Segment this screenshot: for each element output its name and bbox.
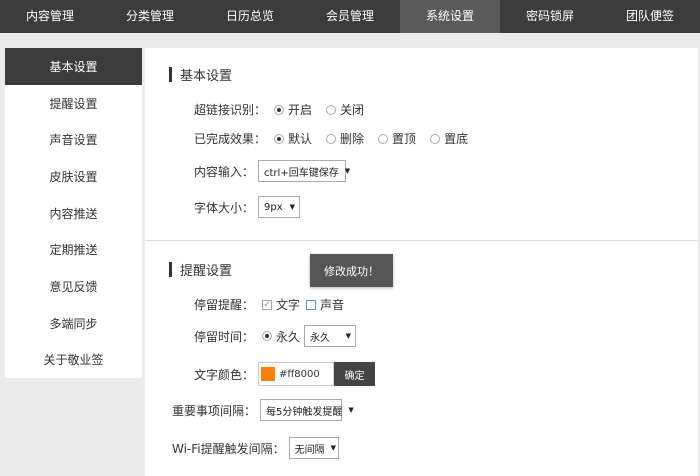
title-accent-bar — [169, 262, 172, 277]
completed-bottom-label[interactable]: 置底 — [444, 130, 468, 147]
hyperlink-off-label[interactable]: 关闭 — [340, 101, 364, 118]
tab-password-lock[interactable]: 密码锁屏 — [500, 0, 600, 33]
text-color-input[interactable]: #ff8000 — [258, 362, 335, 386]
stay-time-label: 停留时间： — [194, 329, 255, 344]
important-interval-value: 每5分钟触发提醒 — [266, 406, 343, 418]
stay-time-radio[interactable] — [262, 331, 273, 341]
stay-time-select-value: 永久 — [310, 332, 331, 344]
color-swatch[interactable] — [261, 367, 276, 381]
completed-default-radio[interactable] — [274, 133, 285, 144]
text-color-value: #ff8000 — [279, 368, 320, 380]
content-input-value: ctrl+回车键保存 — [264, 167, 339, 179]
tab-team-notes[interactable]: 团队便签 — [600, 0, 700, 33]
tab-member-management[interactable]: 会员管理 — [300, 0, 400, 33]
font-size-value: 9px — [264, 201, 283, 213]
settings-panel: 基本设置 超链接识别： 开启 关闭 已完成效果： 默认 删除 置顶 置底 内容输… — [145, 48, 698, 476]
chevron-down-icon: ▼ — [348, 406, 354, 414]
tab-calendar-overview[interactable]: 日历总览 — [200, 0, 300, 33]
basic-settings-title-text: 基本设置 — [180, 69, 233, 84]
sidebar-item-content-push[interactable]: 内容推送 — [5, 195, 142, 232]
sidebar-item-skin[interactable]: 皮肤设置 — [5, 158, 142, 195]
tab-category-management[interactable]: 分类管理 — [100, 0, 200, 33]
stay-time-radio-label[interactable]: 永久 — [276, 328, 300, 345]
reminder-settings-title: 提醒设置 — [169, 260, 232, 279]
wifi-interval-value: 无间隔 — [294, 444, 325, 456]
chevron-down-icon: ▼ — [289, 203, 296, 211]
important-interval-select[interactable]: 每5分钟触发提醒 ▼ — [260, 399, 354, 421]
tab-content-management[interactable]: 内容管理 — [0, 0, 100, 33]
text-color-row: 文字颜色： #ff8000 确定 — [194, 362, 376, 386]
wifi-interval-row: Wi-Fi提醒触发间隔： 无间隔 ▼ — [172, 437, 339, 459]
chevron-down-icon: ▼ — [345, 332, 352, 340]
text-color-label: 文字颜色： — [194, 367, 255, 382]
section-divider — [145, 240, 698, 241]
important-interval-label: 重要事项间隔： — [172, 403, 257, 418]
hyperlink-row: 超链接识别： 开启 关闭 — [194, 101, 370, 118]
confirm-color-button[interactable]: 确定 — [334, 362, 376, 386]
content-input-select[interactable]: ctrl+回车键保存 ▼ — [258, 160, 350, 182]
wifi-interval-label: Wi-Fi提醒触发间隔： — [172, 441, 285, 456]
hyperlink-on-label[interactable]: 开启 — [288, 101, 312, 118]
hyperlink-on-radio[interactable] — [274, 104, 285, 115]
sidebar-item-basic[interactable]: 基本设置 — [5, 48, 142, 85]
reminder-settings-title-text: 提醒设置 — [180, 264, 233, 279]
hyperlink-label: 超链接识别： — [194, 103, 267, 117]
completed-delete-radio[interactable] — [326, 133, 337, 144]
basic-settings-title: 基本设置 — [169, 65, 232, 84]
font-size-row: 字体大小： 9px ▼ — [194, 196, 301, 218]
completed-effect-label: 已完成效果： — [194, 132, 267, 146]
completed-delete-label[interactable]: 删除 — [340, 130, 364, 147]
stay-remind-row: 停留提醒： ✓ 文字 声音 — [194, 296, 350, 313]
settings-sidebar: 基本设置 提醒设置 声音设置 皮肤设置 内容推送 定期推送 意见反馈 多端同步 … — [5, 48, 142, 378]
sidebar-item-sound[interactable]: 声音设置 — [5, 121, 142, 158]
completed-default-label[interactable]: 默认 — [288, 130, 312, 147]
success-toast: 修改成功！ — [310, 254, 393, 287]
hyperlink-off-radio[interactable] — [326, 104, 337, 115]
completed-top-label[interactable]: 置顶 — [392, 130, 416, 147]
stay-remind-sound-label[interactable]: 声音 — [320, 296, 344, 313]
sidebar-item-scheduled-push[interactable]: 定期推送 — [5, 231, 142, 268]
completed-effect-row: 已完成效果： 默认 删除 置顶 置底 — [194, 130, 474, 147]
stay-time-row: 停留时间： 永久 永久 ▼ — [194, 325, 357, 347]
stay-remind-sound-checkbox[interactable] — [306, 299, 317, 310]
completed-top-radio[interactable] — [378, 133, 389, 144]
title-accent-bar — [169, 67, 172, 82]
chevron-down-icon: ▼ — [344, 167, 351, 175]
font-size-select[interactable]: 9px ▼ — [258, 196, 301, 218]
chevron-down-icon: ▼ — [330, 444, 337, 452]
stay-remind-label: 停留提醒： — [194, 298, 255, 312]
tab-system-settings[interactable]: 系统设置 — [400, 0, 500, 33]
important-interval-row: 重要事项间隔： 每5分钟触发提醒 ▼ — [172, 399, 354, 421]
sidebar-item-about[interactable]: 关于敬业签 — [5, 342, 142, 379]
stay-remind-text-checkbox[interactable]: ✓ — [262, 299, 273, 310]
top-nav: 内容管理 分类管理 日历总览 会员管理 系统设置 密码锁屏 团队便签 — [0, 0, 700, 33]
stay-remind-text-label[interactable]: 文字 — [276, 296, 300, 313]
content-input-label: 内容输入： — [194, 164, 255, 179]
wifi-interval-select[interactable]: 无间隔 ▼ — [288, 437, 339, 459]
sidebar-item-reminder[interactable]: 提醒设置 — [5, 85, 142, 122]
sidebar-item-sync[interactable]: 多端同步 — [5, 305, 142, 342]
sidebar-item-feedback[interactable]: 意见反馈 — [5, 268, 142, 305]
font-size-label: 字体大小： — [194, 200, 255, 215]
content-input-row: 内容输入： ctrl+回车键保存 ▼ — [194, 160, 350, 182]
completed-bottom-radio[interactable] — [430, 133, 441, 144]
stay-time-select[interactable]: 永久 ▼ — [304, 325, 357, 347]
